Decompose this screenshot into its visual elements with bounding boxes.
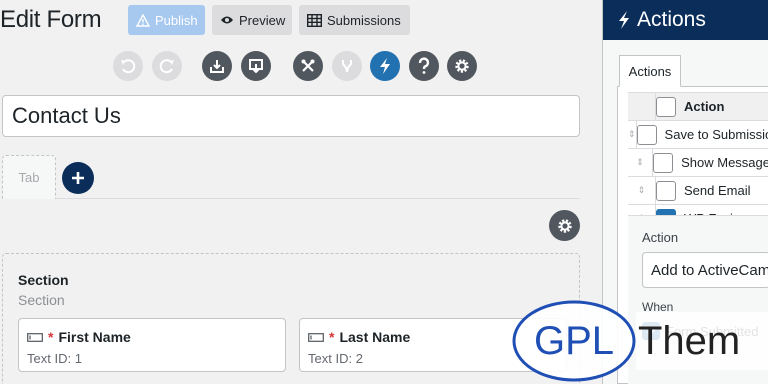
import-icon[interactable] [202,51,232,81]
tab-settings-button[interactable] [549,210,580,241]
field-name: Last Name [339,329,411,345]
row-check-cell [656,180,684,201]
gear-icon [557,218,572,233]
row-checkbox[interactable] [656,180,676,201]
actions-table: Action ⇕ Save to Submissions ⇕ Show Mess… [628,92,768,233]
submissions-label: Submissions [327,12,401,28]
field-type: Text [27,351,51,366]
export-icon[interactable] [241,51,271,81]
drag-header-cell [628,93,656,120]
publish-button[interactable]: Publish [128,5,205,35]
field-last-name[interactable]: * Last Name Text ID: 2 [299,318,567,372]
text-field-icon [308,332,324,342]
actions-icon[interactable] [370,51,400,81]
required-marker: * [48,329,54,345]
select-all-cell [656,96,684,117]
required-marker: * [329,329,335,345]
row-checkbox[interactable] [636,124,657,145]
undo-icon[interactable] [113,51,143,81]
warning-icon [136,13,150,27]
actions-content: Action ⇕ Save to Submissions ⇕ Show Mess… [617,86,768,384]
section-subtitle: Section [18,292,65,308]
field-label: * First Name [27,329,131,345]
checkmark-icon [646,327,656,335]
redo-icon[interactable] [152,51,182,81]
field-name: First Name [58,329,131,345]
action-name: Show Message [681,155,768,170]
field-type: Text [308,351,332,366]
action-detail: Action Add to ActiveCampaign When Form S… [628,215,768,384]
panel-body: Actions Action ⇕ Save to Submissions ⇕ S… [617,52,768,384]
page-title: Edit Form [0,6,102,33]
lightning-icon [619,11,629,29]
action-name: Send Email [684,183,751,198]
merge-tags-icon[interactable] [332,51,362,81]
trigger-checkbox[interactable] [642,322,660,340]
eye-icon [221,16,233,24]
submissions-button[interactable]: Submissions [299,5,410,35]
drag-handle-icon[interactable]: ⇕ [628,121,637,148]
field-id: ID: 1 [54,351,82,366]
drag-handle-icon[interactable]: ⇕ [628,149,654,176]
actions-panel: Actions Actions Action ⇕ Save to Submiss… [602,0,768,384]
panel-title: Actions [637,8,706,31]
row-check-cell [636,124,665,145]
table-row[interactable]: ⇕ Save to Submissions [628,121,768,149]
field-first-name[interactable]: * First Name Text ID: 1 [18,318,286,372]
field-meta: Text ID: 2 [308,351,363,366]
select-all-checkbox[interactable] [656,96,676,117]
tab-actions[interactable]: Actions [619,55,681,87]
table-row[interactable]: ⇕ Send Email [628,177,768,205]
trigger-label: Form Submitted [666,323,759,339]
preview-button[interactable]: Preview [212,5,292,35]
row-check-cell [653,152,681,173]
table-row[interactable]: ⇕ Show Message [628,149,768,177]
section-title: Section [18,272,69,288]
tab-default[interactable]: Tab [2,155,56,199]
table-header-row: Action [628,93,768,121]
help-icon[interactable] [409,51,439,81]
text-field-icon [27,332,43,342]
plus-icon [72,172,84,184]
action-detail-label: Action [642,230,679,245]
publish-label: Publish [155,12,198,28]
settings-icon[interactable] [447,51,477,81]
action-name: Save to Submissions [664,127,768,142]
tab-divider [56,198,580,199]
form-title-input[interactable] [2,95,580,137]
action-select[interactable]: Add to ActiveCampaign [642,252,768,288]
field-id: ID: 2 [335,351,363,366]
table-header-action: Action [684,99,725,114]
table-icon [307,13,322,27]
panel-header: Actions [603,0,768,40]
preview-label: Preview [239,12,286,28]
drag-handle-icon[interactable]: ⇕ [628,177,656,204]
field-meta: Text ID: 1 [27,351,82,366]
add-tab-button[interactable] [62,162,94,194]
trigger-option[interactable]: Form Submitted [642,322,758,340]
when-label: When [642,300,674,314]
tools-icon[interactable] [293,51,323,81]
row-checkbox[interactable] [653,152,674,173]
form-editor: Edit Form Publish Preview Submissions Ta… [0,0,602,384]
form-section[interactable]: Section Section * First Name Text ID: 1 … [2,253,580,384]
field-label: * Last Name [308,329,410,345]
